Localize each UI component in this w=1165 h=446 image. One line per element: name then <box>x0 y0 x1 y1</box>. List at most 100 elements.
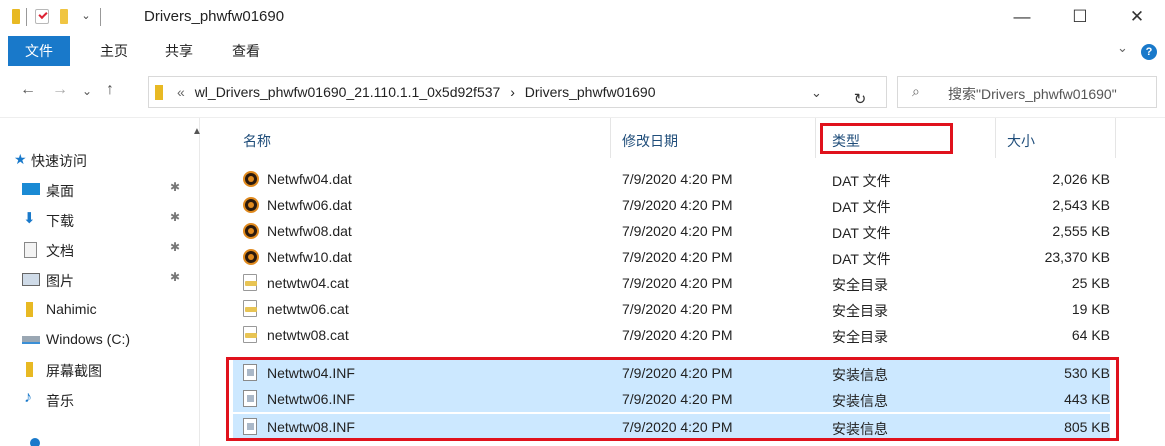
tab-view[interactable]: 查看 <box>232 36 260 66</box>
file-date: 7/9/2020 4:20 PM <box>622 197 733 213</box>
file-size: 64 KB <box>1071 327 1110 343</box>
file-row[interactable]: netwtw08.cat 7/9/2020 4:20 PM 安全目录 64 KB <box>233 322 1110 348</box>
ribbon: 文件 主页 共享 查看 ⌄ ? <box>0 36 1165 66</box>
sidebar-item-music[interactable]: ♪ 音乐 <box>0 384 200 414</box>
file-date: 7/9/2020 4:20 PM <box>622 301 733 317</box>
sidebar-item-label: Windows (C:) <box>46 331 131 347</box>
pictures-icon <box>22 273 40 286</box>
file-name: Netwfw08.dat <box>267 223 352 239</box>
file-name: Netwfw10.dat <box>267 249 352 265</box>
sidebar-item-quick-access[interactable]: ★ 快速访问 <box>0 144 200 174</box>
sidebar-item-screenshots[interactable]: 屏幕截图 <box>0 354 200 384</box>
help-icon[interactable]: ? <box>1141 44 1157 60</box>
expand-ribbon-icon[interactable]: ⌄ <box>1117 40 1128 56</box>
sidebar-item-label: 下载 <box>46 213 74 229</box>
refresh-button[interactable]: ↻ <box>850 90 870 110</box>
music-icon: ♪ <box>24 389 32 406</box>
column-header-name[interactable]: 名称 <box>243 131 271 151</box>
pin-icon: ✱ <box>170 270 181 284</box>
file-name: Netwfw04.dat <box>267 171 352 187</box>
file-size: 19 KB <box>1071 301 1110 317</box>
forward-button[interactable]: → <box>52 81 68 99</box>
tab-file[interactable]: 文件 <box>8 36 70 66</box>
up-button[interactable]: ↑ <box>106 81 114 99</box>
cat-file-icon <box>243 326 257 343</box>
sidebar-item-label: 图片 <box>46 273 74 289</box>
scroll-up-icon[interactable]: ▲ <box>192 126 202 137</box>
search-input[interactable]: 搜索"Drivers_phwfw01690" <box>948 84 1117 104</box>
file-date: 7/9/2020 4:20 PM <box>622 171 733 187</box>
sidebar-item-downloads[interactable]: ⬇ 下载 ✱ <box>0 204 200 234</box>
file-name: Netwfw06.dat <box>267 197 352 213</box>
properties-icon[interactable] <box>35 9 49 24</box>
file-date: 7/9/2020 4:20 PM <box>622 327 733 343</box>
tab-share[interactable]: 共享 <box>165 36 193 66</box>
address-row: ← → ⌄ ↑ « wl_Drivers_phwfw01690_21.110.1… <box>0 66 1165 118</box>
column-divider[interactable] <box>815 118 816 158</box>
sidebar-item-nahimic[interactable]: Nahimic <box>0 294 200 324</box>
new-folder-icon[interactable] <box>60 9 68 24</box>
sidebar-item-label: 桌面 <box>46 183 74 199</box>
file-size: 2,555 KB <box>1052 223 1110 239</box>
file-date: 7/9/2020 4:20 PM <box>622 249 733 265</box>
breadcrumb: « wl_Drivers_phwfw01690_21.110.1.1_0x5d9… <box>177 84 656 100</box>
file-size: 2,543 KB <box>1052 197 1110 213</box>
pin-icon: ✱ <box>170 210 181 224</box>
file-name: netwtw06.cat <box>267 301 349 317</box>
file-row[interactable]: Netwfw06.dat 7/9/2020 4:20 PM DAT 文件 2,5… <box>233 192 1110 218</box>
search-icon: ⌕ <box>912 83 920 99</box>
dat-file-icon <box>243 171 259 187</box>
sidebar-item-documents[interactable]: 文档 ✱ <box>0 234 200 264</box>
breadcrumb-item[interactable]: Drivers_phwfw01690 <box>525 84 656 100</box>
sidebar-item-pictures[interactable]: 图片 ✱ <box>0 264 200 294</box>
file-type: 安全目录 <box>832 303 888 319</box>
close-button[interactable]: ✕ <box>1117 4 1157 30</box>
file-type: DAT 文件 <box>832 225 891 241</box>
highlight-box-inf-files <box>226 357 1119 441</box>
drive-icon <box>22 336 40 344</box>
folder-icon <box>26 302 33 317</box>
breadcrumb-overflow[interactable]: « <box>177 84 185 100</box>
onedrive-icon <box>30 438 40 446</box>
sidebar-item-label: 快速访问 <box>31 153 87 169</box>
title-separator <box>26 8 27 26</box>
maximize-button[interactable]: ☐ <box>1060 4 1100 30</box>
file-row[interactable]: Netwfw10.dat 7/9/2020 4:20 PM DAT 文件 23,… <box>233 244 1110 270</box>
file-row[interactable]: netwtw04.cat 7/9/2020 4:20 PM 安全目录 25 KB <box>233 270 1110 296</box>
tab-home[interactable]: 主页 <box>100 36 128 66</box>
search-box[interactable]: ⌕ 搜索"Drivers_phwfw01690" <box>897 76 1157 108</box>
column-header-date[interactable]: 修改日期 <box>622 131 678 151</box>
pin-icon: ✱ <box>170 180 181 194</box>
title-bar: ⌄ Drivers_phwfw01690 — ☐ ✕ <box>0 0 1165 36</box>
back-button[interactable]: ← <box>20 81 36 99</box>
desktop-icon <box>22 183 40 195</box>
address-dropdown-icon[interactable]: ⌄ <box>811 85 822 101</box>
file-row[interactable]: Netwfw08.dat 7/9/2020 4:20 PM DAT 文件 2,5… <box>233 218 1110 244</box>
file-type: DAT 文件 <box>832 173 891 189</box>
file-size: 23,370 KB <box>1044 249 1110 265</box>
column-divider[interactable] <box>610 118 611 158</box>
file-name: netwtw08.cat <box>267 327 349 343</box>
breadcrumb-separator-icon[interactable]: › <box>510 84 515 100</box>
sidebar-item-desktop[interactable]: 桌面 ✱ <box>0 174 200 204</box>
column-header-size[interactable]: 大小 <box>1007 131 1035 151</box>
minimize-button[interactable]: — <box>1002 4 1042 30</box>
star-icon: ★ <box>14 151 27 167</box>
sidebar-item-label: 屏幕截图 <box>46 363 102 379</box>
sidebar-item-label: 音乐 <box>46 393 74 409</box>
column-divider[interactable] <box>1115 118 1116 158</box>
breadcrumb-item[interactable]: wl_Drivers_phwfw01690_21.110.1.1_0x5d92f… <box>195 84 501 100</box>
sidebar-item-windows-c[interactable]: Windows (C:) <box>0 324 200 354</box>
file-size: 25 KB <box>1071 275 1110 291</box>
title-separator <box>100 8 101 26</box>
sidebar-item-label: Nahimic <box>46 301 97 317</box>
cat-file-icon <box>243 300 257 317</box>
column-header-row: 名称 修改日期 类型 大小 <box>210 118 1165 158</box>
dat-file-icon <box>243 223 259 239</box>
file-row[interactable]: netwtw06.cat 7/9/2020 4:20 PM 安全目录 19 KB <box>233 296 1110 322</box>
address-bar[interactable]: « wl_Drivers_phwfw01690_21.110.1.1_0x5d9… <box>148 76 887 108</box>
column-divider[interactable] <box>995 118 996 158</box>
file-row[interactable]: Netwfw04.dat 7/9/2020 4:20 PM DAT 文件 2,0… <box>233 166 1110 192</box>
quick-access-toolbar-dropdown-icon[interactable]: ⌄ <box>79 9 93 23</box>
recent-locations-icon[interactable]: ⌄ <box>82 84 92 98</box>
